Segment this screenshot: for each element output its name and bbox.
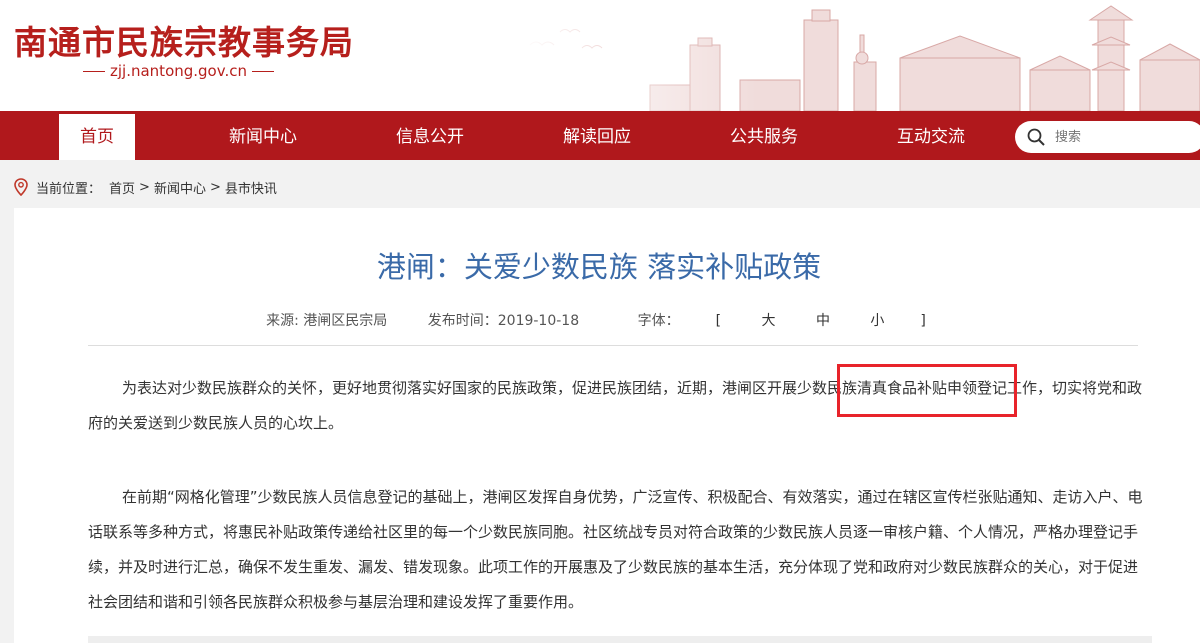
breadcrumb-separator: > [209,179,221,195]
site-header: 南通市民族宗教事务局 zjj.nantong.gov.cn [0,0,1200,111]
article-paragraph: 在前期“网格化管理”少数民族人员信息登记的基础上，港闸区发挥自身优势，广泛宣传、… [88,488,1143,611]
breadcrumb-news-center[interactable]: 新闻中心 [154,178,206,197]
domain-dash-right [251,71,274,72]
font-size-large[interactable]: 大 [762,313,776,329]
breadcrumb-county-news[interactable]: 县市快讯 [225,178,277,197]
nav-item-home[interactable]: 首页 [59,114,135,160]
breadcrumb: 当前位置： 首页 > 新闻中心 > 县市快讯 [14,176,277,198]
article-container: 港闸：关爱少数民族 落实补贴政策 来源: 港闸区民宗局 发布时间：2019-10… [14,208,1200,643]
city-skyline-illustration [520,0,1200,111]
site-domain-text: zjj.nantong.gov.cn [110,62,247,80]
font-size-small[interactable]: 小 [870,313,884,329]
font-size-label: 字体： [637,313,680,329]
main-nav: 首页 新闻中心 信息公开 解读回应 公共服务 互动交流 [0,111,1200,160]
location-pin-icon [14,178,28,196]
nav-item-news-center[interactable]: 新闻中心 [203,111,323,160]
article-source: 来源: 港闸区民宗局 [266,313,388,329]
article-title: 港闸：关爱少数民族 落实补贴政策 [376,250,822,284]
site-title[interactable]: 南通市民族宗教事务局 [14,16,354,64]
highlight-annotation-box [837,364,1017,417]
site-domain: zjj.nantong.gov.cn [78,62,279,80]
article-publish-time: 发布时间：2019-10-18 [427,313,580,329]
domain-dash-left [83,71,105,72]
search-input[interactable] [1055,127,1195,147]
nav-item-public-service[interactable]: 公共服务 [704,111,824,160]
nav-item-info-disclosure[interactable]: 信息公开 [370,111,490,160]
font-size-medium[interactable]: 中 [816,313,830,329]
breadcrumb-separator: > [139,179,150,195]
search-box[interactable] [1015,121,1200,153]
nav-item-interpretation[interactable]: 解读回应 [537,111,657,160]
breadcrumb-prefix: 当前位置： [36,181,102,197]
search-icon[interactable] [1027,128,1045,146]
nav-item-interaction[interactable]: 互动交流 [871,111,991,160]
article-footer-bar [88,636,1152,643]
breadcrumb-home[interactable]: 首页 [109,178,135,197]
article-meta: 来源: 港闸区民宗局 发布时间：2019-10-18 字体：[ 大 中 小] [14,310,1196,330]
meta-divider [88,345,1138,346]
font-size-control: 字体：[ 大 中 小] [637,313,926,329]
